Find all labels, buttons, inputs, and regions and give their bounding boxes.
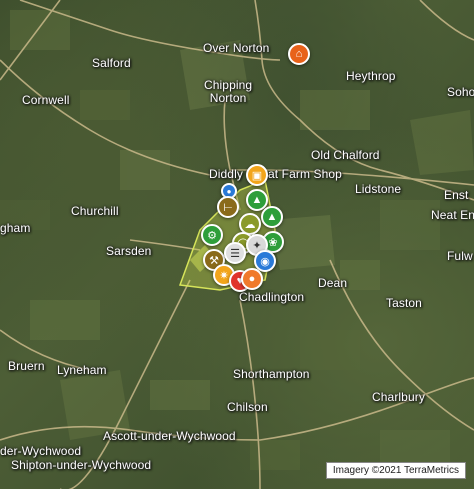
tree-icon-2: ▲ [266, 211, 278, 223]
person-icon: ● [226, 186, 232, 196]
place-label-ascott: Ascott-under-Wychwood [103, 429, 236, 443]
home-marker[interactable]: ⌂ [288, 43, 310, 65]
place-label-chipping-norton: Chipping Norton [204, 79, 252, 105]
place-label-over-norton: Over Norton [203, 41, 270, 55]
pig-icon-2: ● [248, 273, 256, 285]
fence-icon: ☰ [230, 247, 240, 260]
tractor-icon: ⚙ [207, 229, 217, 242]
place-label-fulw: Fulw [447, 249, 473, 263]
place-label-old-chalford: Old Chalford [311, 148, 380, 162]
sheep-icon: ☁ [244, 218, 256, 231]
place-label-heythrop: Heythrop [346, 69, 396, 83]
grain-icon: ✷ [219, 269, 229, 282]
place-label-taston: Taston [386, 296, 422, 310]
place-label-chadlington: Chadlington [239, 290, 305, 304]
fence-marker[interactable]: ☰ [224, 242, 246, 264]
place-label-shipton: Shipton-under-Wychwood [11, 458, 152, 472]
place-label-cornwell: Cornwell [22, 93, 70, 107]
place-label-dean: Dean [318, 276, 348, 290]
place-label-chipping: Chipping [204, 78, 253, 92]
drop-icon: ◉ [260, 255, 270, 268]
gate-marker[interactable]: ⊢ [217, 196, 239, 218]
place-label-neat-enstone: Neat En [431, 208, 474, 222]
place-label-sarsden: Sarsden [106, 244, 152, 258]
cow-icon: ✦ [252, 239, 262, 252]
place-label-lidstone: Lidstone [355, 182, 402, 196]
gate-icon: ⊢ [223, 201, 233, 214]
place-label-gham: gham [0, 221, 31, 235]
map-attribution: Imagery ©2021 TerraMetrics [325, 462, 466, 479]
leaf-icon: ❀ [268, 236, 278, 249]
tree-marker-2[interactable]: ▲ [261, 206, 283, 228]
satellite-map[interactable]: Over Norton Salford Heythrop Soho Chippi… [0, 0, 474, 489]
home-icon: ⌂ [295, 48, 303, 60]
place-label-churchill: Churchill [71, 204, 119, 218]
place-label-norton: Norton [209, 91, 247, 105]
place-label-salford: Salford [92, 56, 131, 70]
place-label-charlbury: Charlbury [372, 390, 425, 404]
place-label-soho: Soho [447, 85, 474, 99]
pig-marker-2[interactable]: ● [241, 268, 263, 290]
shop-icon: ▣ [251, 169, 263, 182]
place-label-lyneham: Lyneham [57, 363, 107, 377]
place-label-under-wychwood: der-Wychwood [0, 444, 82, 458]
place-label-bruern: Bruern [8, 359, 45, 373]
tractor-marker[interactable]: ⚙ [201, 224, 223, 246]
place-label-diddly-squat: Diddly Squat Farm Shop [209, 167, 342, 181]
tree-icon: ▲ [251, 194, 263, 206]
place-label-shorthampton: Shorthampton [233, 367, 310, 381]
place-label-chilson: Chilson [227, 400, 268, 414]
place-label-enstone: Enst [444, 188, 469, 202]
shop-marker[interactable]: ▣ [246, 164, 268, 186]
